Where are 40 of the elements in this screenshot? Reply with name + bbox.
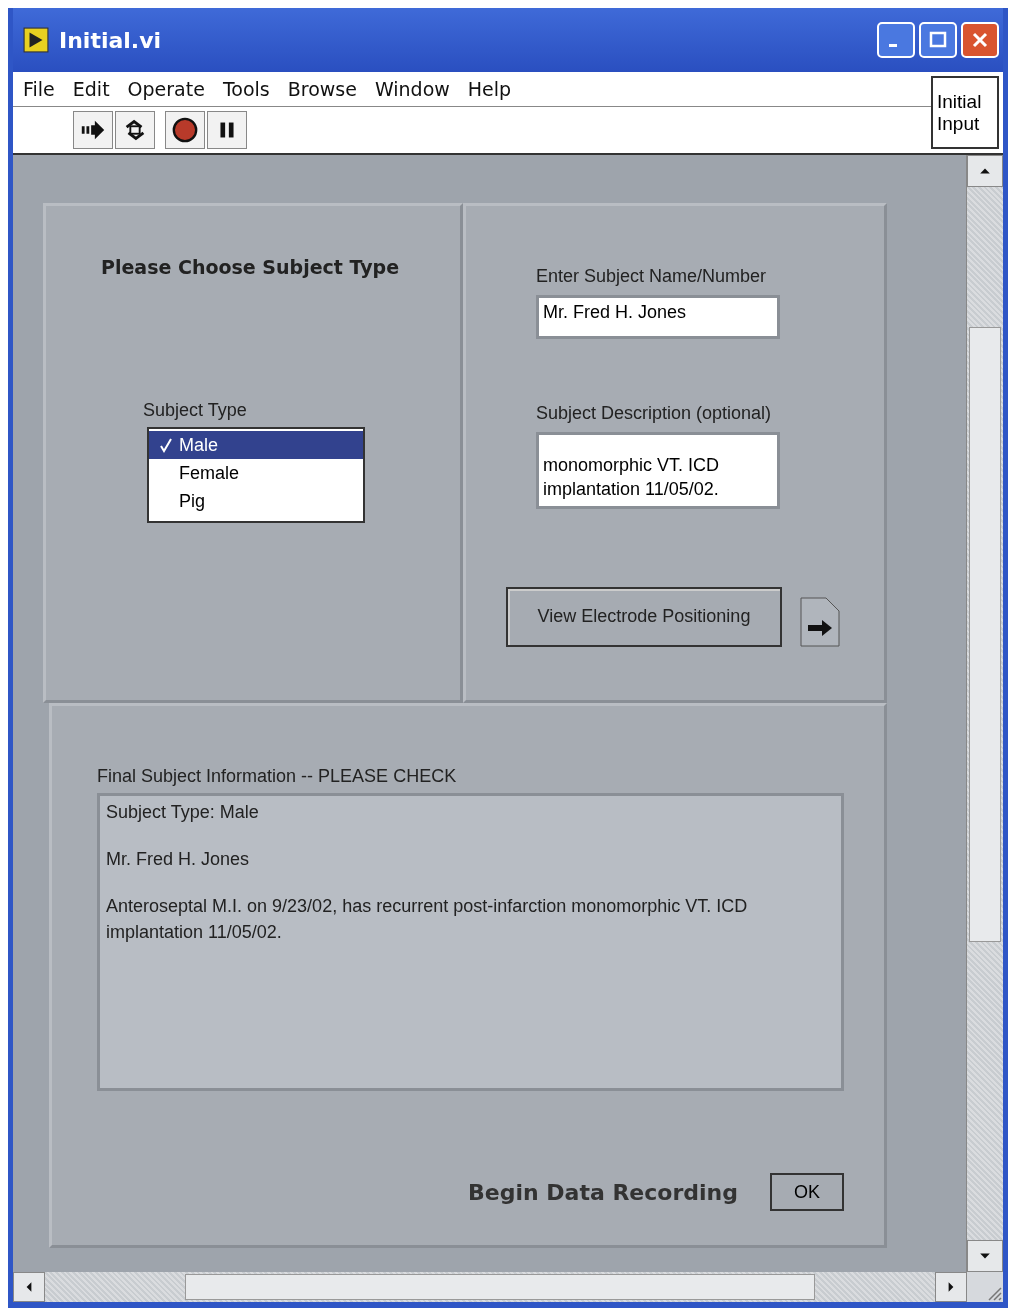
menu-item[interactable]: Tools [222,78,270,100]
field-label: Final Subject Information -- PLEASE CHECK [97,766,458,787]
menu-item[interactable]: File [23,78,55,100]
field-label: Subject Type [143,400,248,421]
pause-button[interactable] [207,111,247,149]
close-button[interactable] [961,22,999,58]
resize-grip[interactable] [967,1272,1003,1302]
close-icon [970,30,990,50]
action-label: Begin Data Recording [468,1179,738,1205]
name-field[interactable]: Mr. Fred H. Jones [536,295,780,339]
menu-item[interactable]: Edit [72,78,110,100]
window-title: Initial.vi [59,27,163,53]
menu-item[interactable]: Operate [127,78,205,100]
stop-icon [171,116,199,144]
field-label: Subject Description (optional) [536,403,773,424]
list-option[interactable]: Pig [149,487,363,515]
run-button[interactable] [73,111,113,149]
minimize-icon [889,43,897,47]
field-label: Enter Subject Name/Number [536,266,768,287]
maximize-icon [928,30,948,50]
vertical-scrollbar[interactable] [966,155,1003,1272]
minimize-button[interactable] [877,22,915,58]
list-option[interactable]: Female [149,459,363,487]
ok-button[interactable]: OK [770,1173,844,1211]
summary-display: Subject Type: Male Mr. Fred H. Jones Anteroseptal M.I. on 9/23/02, has recurrent post-infarction monomorphic VT. ICD implantation 11/05/02. [97,793,844,1091]
vi-icon [23,27,49,53]
menu-item[interactable]: Browse [287,78,357,100]
abort-button[interactable] [165,111,205,149]
menu-item[interactable]: Help [467,78,512,100]
description-field[interactable]: monomorphic VT. ICD implantation 11/05/02. [536,432,780,509]
maximize-button[interactable] [919,22,957,58]
run-continuously-button[interactable] [115,111,155,149]
horizontal-scrollbar[interactable] [13,1272,967,1302]
document-arrow-icon[interactable] [800,596,840,647]
panel-heading: Please Choose Subject Type [101,256,401,278]
vi-label: Initial Input [931,76,999,149]
menu-item[interactable]: Window [374,78,450,100]
list-option[interactable]: Male [149,431,363,459]
checkmark-icon [159,437,173,453]
view-electrode-button[interactable]: View Electrode Positioning [506,586,782,647]
